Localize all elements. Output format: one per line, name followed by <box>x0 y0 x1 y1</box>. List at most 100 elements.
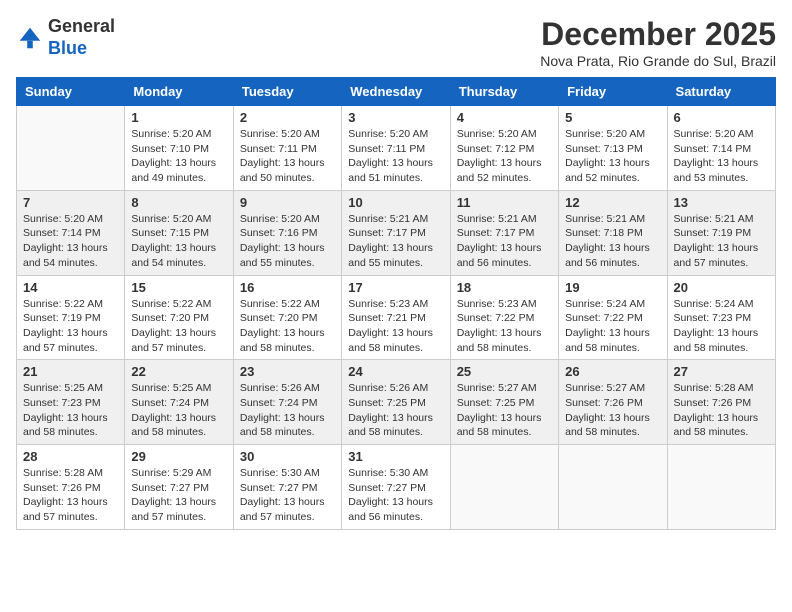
day-number: 23 <box>240 364 335 379</box>
calendar-cell: 4 Sunrise: 5:20 AMSunset: 7:12 PMDaylight… <box>450 106 558 191</box>
day-number: 25 <box>457 364 552 379</box>
calendar-cell <box>17 106 125 191</box>
logo-general: General <box>48 16 115 36</box>
day-number: 3 <box>348 110 443 125</box>
day-number: 6 <box>674 110 769 125</box>
day-info: Sunrise: 5:20 AMSunset: 7:14 PMDaylight:… <box>674 127 769 186</box>
day-info: Sunrise: 5:21 AMSunset: 7:17 PMDaylight:… <box>348 212 443 271</box>
calendar-week-row: 14 Sunrise: 5:22 AMSunset: 7:19 PMDayligh… <box>17 275 776 360</box>
calendar-cell: 7Sunrise: 5:20 AMSunset: 7:14 PMDaylight… <box>17 190 125 275</box>
day-info: Sunrise: 5:30 AMSunset: 7:27 PMDaylight:… <box>240 466 335 525</box>
calendar-cell: 10 Sunrise: 5:21 AMSunset: 7:17 PMDayligh… <box>342 190 450 275</box>
calendar-week-row: 1Sunrise: 5:20 AMSunset: 7:10 PMDaylight… <box>17 106 776 191</box>
calendar-cell <box>559 445 667 530</box>
day-info: Sunrise: 5:20 AMSunset: 7:16 PMDaylight:… <box>240 212 335 271</box>
weekday-header-sunday: Sunday <box>17 78 125 106</box>
calendar-cell: 23 Sunrise: 5:26 AMSunset: 7:24 PMDayligh… <box>233 360 341 445</box>
calendar-cell: 11 Sunrise: 5:21 AMSunset: 7:17 PMDayligh… <box>450 190 558 275</box>
calendar-cell: 2Sunrise: 5:20 AMSunset: 7:11 PMDaylight… <box>233 106 341 191</box>
day-info: Sunrise: 5:22 AMSunset: 7:19 PMDaylight:… <box>23 297 118 356</box>
day-number: 21 <box>23 364 118 379</box>
calendar-cell: 3 Sunrise: 5:20 AMSunset: 7:11 PMDaylight… <box>342 106 450 191</box>
day-number: 10 <box>348 195 443 210</box>
logo: General Blue <box>16 16 115 59</box>
day-number: 22 <box>131 364 226 379</box>
calendar-cell <box>667 445 775 530</box>
day-info: Sunrise: 5:28 AMSunset: 7:26 PMDaylight:… <box>674 381 769 440</box>
day-number: 5 <box>565 110 660 125</box>
day-number: 12 <box>565 195 660 210</box>
day-number: 14 <box>23 280 118 295</box>
day-number: 9 <box>240 195 335 210</box>
location-subtitle: Nova Prata, Rio Grande do Sul, Brazil <box>540 53 776 69</box>
day-number: 7 <box>23 195 118 210</box>
title-block: December 2025 Nova Prata, Rio Grande do … <box>540 16 776 69</box>
calendar-cell: 15Sunrise: 5:22 AMSunset: 7:20 PMDayligh… <box>125 275 233 360</box>
day-info: Sunrise: 5:21 AMSunset: 7:19 PMDaylight:… <box>674 212 769 271</box>
day-number: 17 <box>348 280 443 295</box>
calendar-week-row: 7Sunrise: 5:20 AMSunset: 7:14 PMDaylight… <box>17 190 776 275</box>
day-info: Sunrise: 5:26 AMSunset: 7:25 PMDaylight:… <box>348 381 443 440</box>
weekday-header-monday: Monday <box>125 78 233 106</box>
calendar-cell: 13 Sunrise: 5:21 AMSunset: 7:19 PMDayligh… <box>667 190 775 275</box>
day-number: 20 <box>674 280 769 295</box>
calendar-cell <box>450 445 558 530</box>
day-info: Sunrise: 5:20 AMSunset: 7:12 PMDaylight:… <box>457 127 552 186</box>
calendar-cell: 5Sunrise: 5:20 AMSunset: 7:13 PMDaylight… <box>559 106 667 191</box>
day-info: Sunrise: 5:24 AMSunset: 7:23 PMDaylight:… <box>674 297 769 356</box>
calendar-week-row: 28Sunrise: 5:28 AMSunset: 7:26 PMDayligh… <box>17 445 776 530</box>
day-number: 13 <box>674 195 769 210</box>
calendar-cell: 8 Sunrise: 5:20 AMSunset: 7:15 PMDaylight… <box>125 190 233 275</box>
day-number: 24 <box>348 364 443 379</box>
logo-blue: Blue <box>48 38 87 58</box>
day-info: Sunrise: 5:29 AMSunset: 7:27 PMDaylight:… <box>131 466 226 525</box>
logo-icon <box>16 24 44 52</box>
calendar-cell: 26Sunrise: 5:27 AMSunset: 7:26 PMDayligh… <box>559 360 667 445</box>
day-info: Sunrise: 5:21 AMSunset: 7:18 PMDaylight:… <box>565 212 660 271</box>
day-number: 31 <box>348 449 443 464</box>
day-number: 11 <box>457 195 552 210</box>
day-number: 16 <box>240 280 335 295</box>
day-info: Sunrise: 5:22 AMSunset: 7:20 PMDaylight:… <box>240 297 335 356</box>
day-number: 29 <box>131 449 226 464</box>
day-info: Sunrise: 5:21 AMSunset: 7:17 PMDaylight:… <box>457 212 552 271</box>
calendar-cell: 12 Sunrise: 5:21 AMSunset: 7:18 PMDayligh… <box>559 190 667 275</box>
logo-text: General Blue <box>48 16 115 59</box>
calendar-cell: 29 Sunrise: 5:29 AMSunset: 7:27 PMDayligh… <box>125 445 233 530</box>
calendar-header-row: SundayMondayTuesdayWednesdayThursdayFrid… <box>17 78 776 106</box>
weekday-header-wednesday: Wednesday <box>342 78 450 106</box>
calendar-cell: 6 Sunrise: 5:20 AMSunset: 7:14 PMDaylight… <box>667 106 775 191</box>
day-info: Sunrise: 5:20 AMSunset: 7:11 PMDaylight:… <box>348 127 443 186</box>
day-info: Sunrise: 5:26 AMSunset: 7:24 PMDaylight:… <box>240 381 335 440</box>
day-number: 18 <box>457 280 552 295</box>
day-number: 2 <box>240 110 335 125</box>
day-info: Sunrise: 5:25 AMSunset: 7:24 PMDaylight:… <box>131 381 226 440</box>
day-info: Sunrise: 5:27 AMSunset: 7:26 PMDaylight:… <box>565 381 660 440</box>
page-header: General Blue December 2025 Nova Prata, R… <box>16 16 776 69</box>
weekday-header-saturday: Saturday <box>667 78 775 106</box>
weekday-header-tuesday: Tuesday <box>233 78 341 106</box>
calendar-week-row: 21 Sunrise: 5:25 AMSunset: 7:23 PMDayligh… <box>17 360 776 445</box>
day-info: Sunrise: 5:25 AMSunset: 7:23 PMDaylight:… <box>23 381 118 440</box>
month-title: December 2025 <box>540 16 776 53</box>
calendar-cell: 19Sunrise: 5:24 AMSunset: 7:22 PMDayligh… <box>559 275 667 360</box>
day-info: Sunrise: 5:30 AMSunset: 7:27 PMDaylight:… <box>348 466 443 525</box>
day-number: 15 <box>131 280 226 295</box>
day-info: Sunrise: 5:20 AMSunset: 7:10 PMDaylight:… <box>131 127 226 186</box>
calendar-cell: 14 Sunrise: 5:22 AMSunset: 7:19 PMDayligh… <box>17 275 125 360</box>
calendar-cell: 31 Sunrise: 5:30 AMSunset: 7:27 PMDayligh… <box>342 445 450 530</box>
calendar-cell: 20 Sunrise: 5:24 AMSunset: 7:23 PMDayligh… <box>667 275 775 360</box>
weekday-header-friday: Friday <box>559 78 667 106</box>
calendar-cell: 16 Sunrise: 5:22 AMSunset: 7:20 PMDayligh… <box>233 275 341 360</box>
day-number: 8 <box>131 195 226 210</box>
calendar-cell: 9 Sunrise: 5:20 AMSunset: 7:16 PMDaylight… <box>233 190 341 275</box>
day-number: 4 <box>457 110 552 125</box>
day-info: Sunrise: 5:27 AMSunset: 7:25 PMDaylight:… <box>457 381 552 440</box>
day-number: 28 <box>23 449 118 464</box>
day-number: 30 <box>240 449 335 464</box>
calendar-cell: 25 Sunrise: 5:27 AMSunset: 7:25 PMDayligh… <box>450 360 558 445</box>
calendar-table: SundayMondayTuesdayWednesdayThursdayFrid… <box>16 77 776 530</box>
day-number: 27 <box>674 364 769 379</box>
calendar-cell: 1Sunrise: 5:20 AMSunset: 7:10 PMDaylight… <box>125 106 233 191</box>
day-info: Sunrise: 5:20 AMSunset: 7:15 PMDaylight:… <box>131 212 226 271</box>
